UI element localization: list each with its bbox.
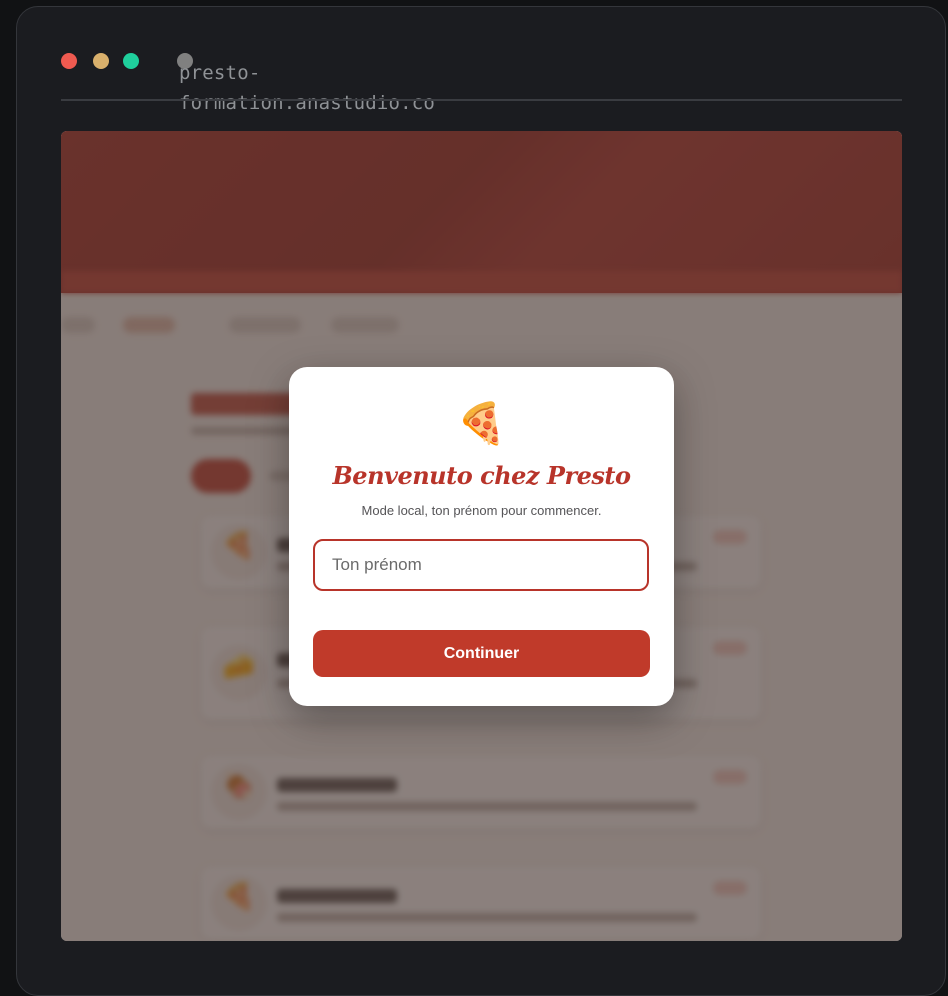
toolbar-divider <box>61 99 902 101</box>
first-name-input[interactable] <box>313 539 649 591</box>
maximize-window-dot[interactable] <box>123 53 139 69</box>
url-line-2: formation.anastudio.co <box>179 92 436 114</box>
url-line-1: presto- <box>179 62 261 84</box>
welcome-dialog: 🍕 Benvenuto chez Presto Mode local, ton … <box>289 367 674 706</box>
minimize-window-dot[interactable] <box>93 53 109 69</box>
dialog-subtitle: Mode local, ton prénom pour commencer. <box>361 503 602 518</box>
close-window-dot[interactable] <box>61 53 77 69</box>
pizza-icon: 🍕 <box>456 402 507 446</box>
dialog-title: Benvenuto chez Presto <box>332 461 631 490</box>
address-bar-url: presto- formation.anastudio.co <box>179 58 479 118</box>
continue-button[interactable]: Continuer <box>313 630 650 677</box>
